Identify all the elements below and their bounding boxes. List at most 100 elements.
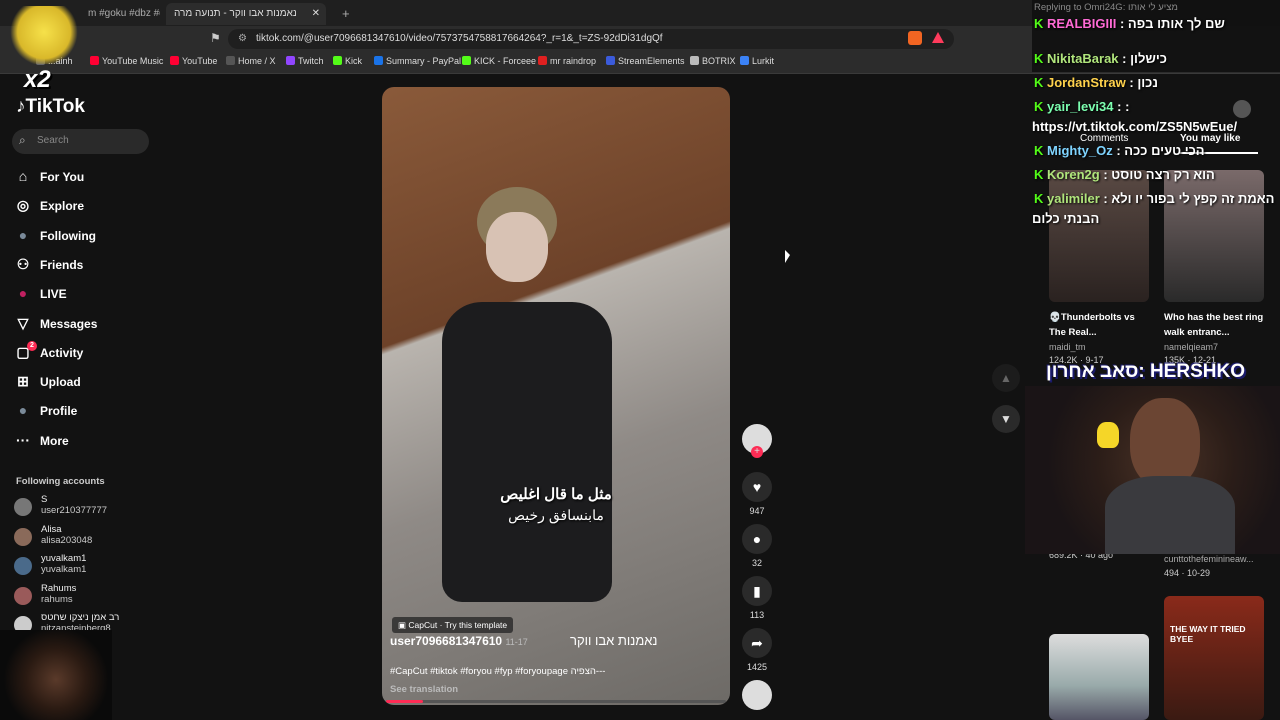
card-stats-4: 494 · 10-29 — [1164, 568, 1211, 578]
bookmark-label: Twitch — [298, 56, 324, 66]
nav-activity[interactable]: ▢ Activity 2 — [14, 340, 84, 363]
bookmark-item[interactable]: Kick — [333, 56, 362, 66]
url-text: tiktok.com/@user7096681347610/video/7573… — [256, 33, 663, 44]
bookmark-icon: ▮ — [742, 576, 772, 606]
nav-more[interactable]: ··· More — [14, 429, 69, 451]
card-thumbnail-1[interactable] — [1049, 170, 1149, 302]
dress-shape — [442, 302, 612, 602]
brave-shield-icon[interactable] — [908, 31, 922, 45]
nav-following[interactable]: ● Following — [14, 224, 96, 246]
search-icon: ⌕ — [19, 133, 26, 147]
next-video-button[interactable]: ▼ — [992, 405, 1020, 433]
profile-avatar: ● — [18, 402, 28, 419]
nav-live[interactable]: ● LIVE — [14, 282, 67, 304]
bookmark-item[interactable]: YouTube — [170, 56, 217, 66]
url-field[interactable]: ⚙ tiktok.com/@user7096681347610/video/75… — [228, 29, 954, 49]
tiktok-logo[interactable]: ♪TikTok — [16, 96, 85, 118]
kick-badge-icon: K — [1034, 99, 1047, 114]
site-settings-icon[interactable]: ⚙ — [238, 29, 247, 49]
chat-separator: : — [1113, 99, 1126, 114]
search-placeholder: Search — [37, 135, 69, 146]
video-progress-bar[interactable] — [386, 700, 726, 703]
author-avatar-follow[interactable]: + — [742, 424, 772, 458]
comment-button[interactable]: ● 32 — [742, 524, 772, 568]
tiktok-sidebar: ♪TikTok ⌕ Search ⌂ For You ◎ Explore ● Follow… — [0, 74, 170, 720]
following-account-item[interactable]: Alisa alisa203048 — [14, 524, 154, 550]
account-handle: yuvalkam1 — [41, 564, 87, 575]
bookmark-item[interactable]: Summary - PayPal — [374, 56, 461, 66]
previous-video-button[interactable]: ▲ — [992, 364, 1020, 392]
card-title-1[interactable]: 💀Thunderbolts vs The Real... — [1049, 310, 1149, 340]
multiplier-overlay: x2 — [24, 66, 51, 93]
nav-label: Activity — [40, 345, 84, 360]
card-author-4[interactable]: cunttothefeminineaw... — [1164, 554, 1254, 564]
pikachu-figure — [1097, 422, 1119, 448]
sound-avatar[interactable] — [742, 680, 772, 714]
nav-upload[interactable]: ⊞ Upload — [14, 370, 81, 392]
comment-icon: ● — [742, 524, 772, 554]
bookmark-favicon-icon — [333, 56, 342, 65]
bookmark-label: Lurkit — [752, 56, 775, 66]
bookmark-item[interactable]: StreamElements — [606, 56, 685, 66]
following-account-item[interactable]: Rahums rahums — [14, 583, 154, 609]
bookmark-label: Home / X — [238, 56, 276, 66]
upload-icon: ⊞ — [17, 373, 29, 390]
capcut-template-link[interactable]: ▣ CapCut · Try this template — [392, 617, 514, 633]
caption-line-1: مثل ما قال اغليص — [500, 486, 612, 503]
bookmark-item[interactable]: Lurkit — [740, 56, 774, 66]
following-account-item[interactable]: Suser210377777 — [14, 494, 154, 520]
brave-rewards-icon[interactable] — [932, 32, 944, 43]
following-account-item[interactable]: yuvalkam1 yuvalkam1 — [14, 553, 154, 579]
card-title-2[interactable]: Who has the best ring walk entranc... — [1164, 310, 1264, 340]
nav-for-you[interactable]: ⌂ For You — [14, 165, 84, 187]
following-accounts-header: Following accounts — [16, 476, 105, 487]
bookmark-item[interactable]: KICK - Forceee — [462, 56, 536, 66]
chat-message: K NikitaBarak : כישלון — [1034, 51, 1167, 66]
video-author[interactable]: user7096681347610 11-17 — [390, 634, 528, 648]
chat-separator: : — [1112, 143, 1125, 158]
card-thumbnail-4[interactable]: THE WAY IT TRIED BYEE — [1164, 596, 1264, 720]
chat-username: yalimiler — [1047, 191, 1100, 206]
nav-profile[interactable]: ● Profile — [14, 399, 78, 421]
following-avatar: ● — [18, 226, 28, 243]
bookmark-icon[interactable]: ⚑ — [210, 31, 221, 45]
video-player[interactable]: مثل ما قال اغليص مابنسافق رخيص ▣ CapCut … — [382, 87, 730, 705]
save-button[interactable]: ▮ 113 — [742, 576, 772, 620]
close-tab-icon[interactable]: ✕ — [312, 3, 320, 25]
face-shape — [486, 212, 548, 282]
tab-goku[interactable]: m #goku #dbz #drago — [80, 3, 160, 25]
nav-explore[interactable]: ◎ Explore — [14, 194, 84, 216]
bookmark-favicon-icon — [286, 56, 295, 65]
card-author-1[interactable]: maidi_tm — [1049, 342, 1086, 352]
streamer-face — [1130, 398, 1200, 488]
more-icon: ··· — [16, 431, 30, 448]
account-handle: rahums — [41, 593, 73, 605]
search-box[interactable]: ⌕ Search — [12, 129, 149, 154]
follow-plus-icon[interactable]: + — [751, 446, 763, 458]
bookmark-favicon-icon — [374, 56, 383, 65]
nav-friends[interactable]: ⚇ Friends — [14, 253, 84, 275]
chat-separator: : — [1116, 16, 1128, 31]
bookmark-item[interactable]: Twitch — [286, 56, 324, 66]
new-tab-button[interactable]: + — [334, 3, 354, 25]
see-translation-link[interactable]: See translation — [390, 684, 458, 695]
bookmark-favicon-icon — [740, 56, 749, 65]
video-hashtags[interactable]: #CapCut #tiktok #foryou #fyp #foryoupage… — [390, 666, 605, 677]
bookmark-item[interactable]: Home / X — [226, 56, 276, 66]
chat-message: K Koren2g : הוא רק רצה טוסט — [1034, 167, 1215, 182]
nav-messages[interactable]: ▽ Messages — [14, 312, 98, 334]
chat-text: האמת זה קפץ לי בפור יו ולא — [1111, 191, 1275, 206]
chat-message: K yalimiler : האמת זה קפץ לי בפור יו ולא — [1034, 191, 1274, 206]
card-author-2[interactable]: namelqieam7 — [1164, 342, 1218, 352]
bookmark-label: YouTube — [182, 56, 218, 66]
tab-tiktok-active[interactable]: נאמנות אבו ווקר - תנועה מרה ✕ — [166, 3, 326, 25]
user-avatar[interactable] — [1233, 100, 1251, 118]
card-thumbnail-3[interactable] — [1049, 634, 1149, 720]
bookmark-item[interactable]: YouTube Music — [90, 56, 163, 66]
share-button[interactable]: ➦ 1425 — [742, 628, 772, 672]
like-button[interactable]: ♥ 947 — [742, 472, 772, 516]
card-thumbnail-2[interactable] — [1164, 170, 1264, 302]
bookmark-item[interactable]: mr raindrop — [538, 56, 596, 66]
bookmark-item[interactable]: BOTRIX — [690, 56, 736, 66]
kick-badge-icon: K — [1034, 167, 1047, 182]
